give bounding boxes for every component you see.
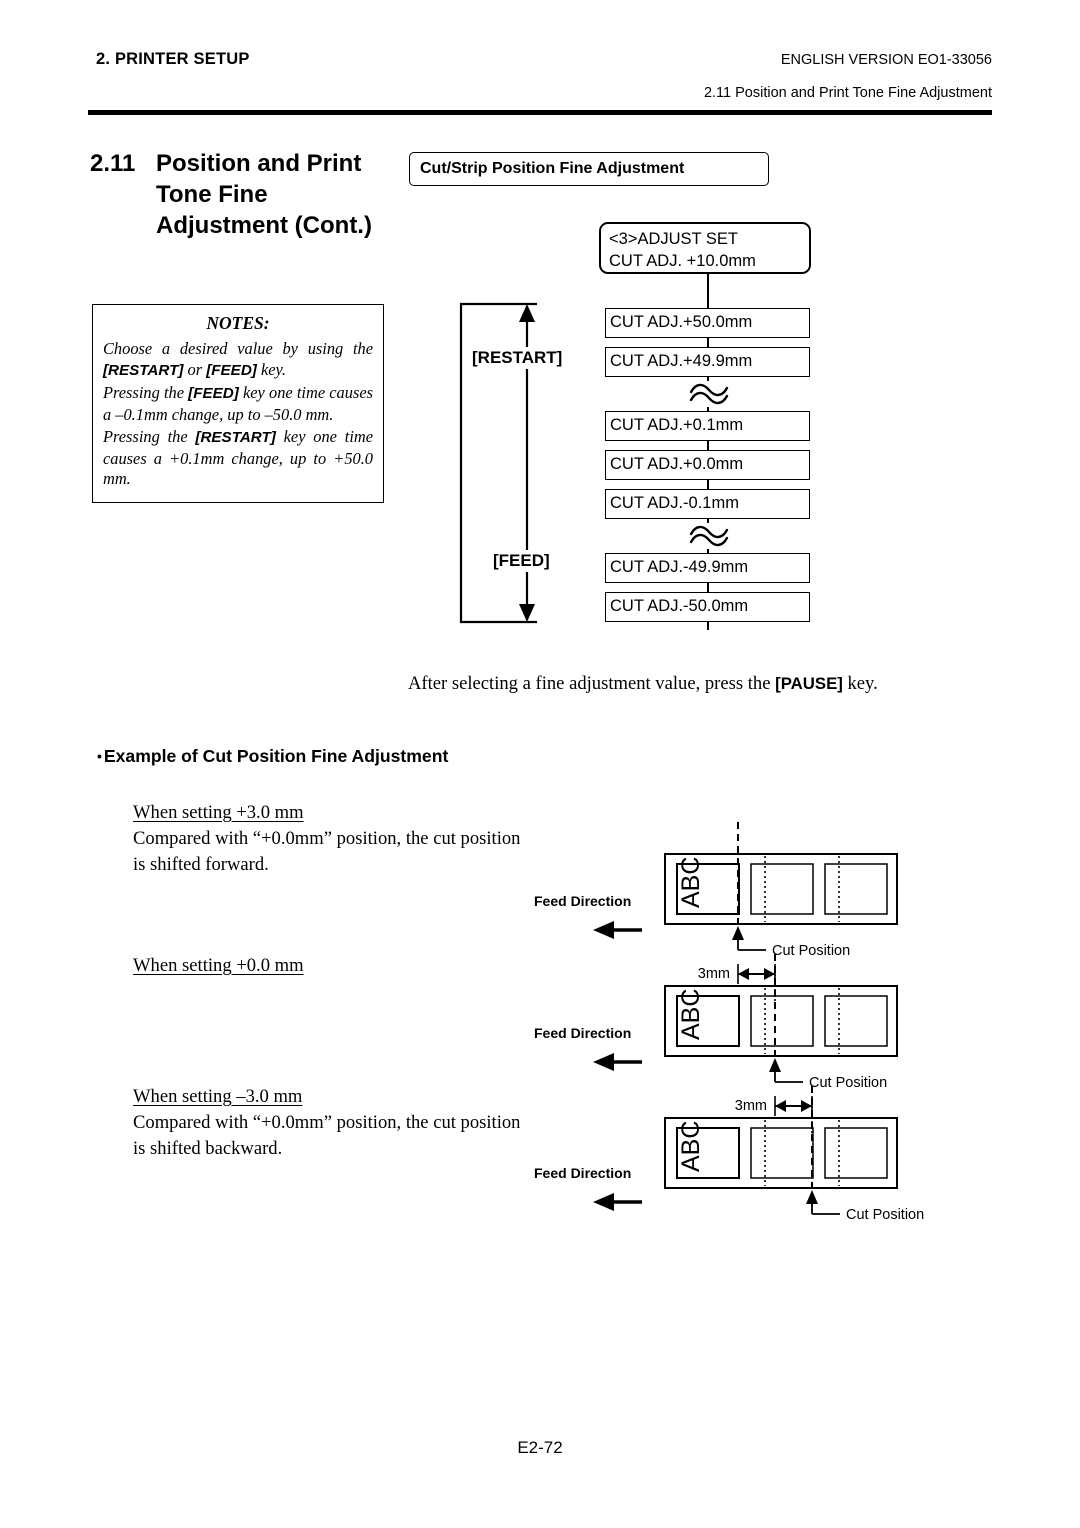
label-strip-diagram: ABC Cut Position 3mm — [655, 954, 955, 1140]
section-title-line1: Position and Print — [156, 150, 362, 177]
page-title: 2.11 Position and Print Tone Fine Adjustm… — [90, 148, 420, 241]
section-title-line3: Adjustment (Cont.) — [156, 212, 372, 239]
notes-p1-post: key. — [256, 359, 286, 379]
flow-item: CUT ADJ.+49.9mm — [605, 347, 810, 377]
setting-title: When setting +0.0 mm — [133, 955, 304, 976]
notes-p1-pre: Choose a desired value by using the — [103, 339, 373, 358]
notes-p1-key-restart: [RESTART] — [103, 361, 184, 379]
feed-direction-arrow-icon — [592, 1191, 644, 1213]
label-text-abc: ABC — [677, 857, 705, 908]
after-sentence-pre: After selecting a fine adjustment value,… — [408, 673, 776, 694]
label-text-abc: ABC — [677, 1121, 705, 1172]
feed-direction-label: Feed Direction — [534, 1025, 632, 1041]
feed-direction-label: Feed Direction — [534, 1165, 632, 1181]
break-symbol-icon — [688, 381, 730, 407]
lcd-display-box: <3>ADJUST SET CUT ADJ. +10.0mm — [599, 222, 811, 274]
notes-paragraph-3: Pressing the [RESTART] key one time caus… — [103, 427, 373, 490]
notes-p1-mid: or — [183, 359, 207, 379]
setting-line-1: Compared with “+0.0mm” position, the cut… — [133, 1112, 521, 1133]
cut-position-label: Cut Position — [846, 1207, 924, 1223]
notes-p2-key-feed: [FEED] — [188, 385, 239, 402]
flow-item: CUT ADJ.-49.9mm — [605, 553, 810, 583]
flow-item: CUT ADJ.+0.0mm — [605, 450, 810, 480]
notes-p2-pre: Pressing the — [103, 383, 189, 402]
section-title-line2: Tone Fine — [156, 181, 268, 208]
cut-position-label: Cut Position — [772, 943, 850, 959]
key-label-restart: [RESTART] — [470, 347, 565, 369]
setting-title: When setting +3.0 mm — [133, 802, 304, 823]
setting-title: When setting –3.0 mm — [133, 1086, 303, 1107]
notes-p3-key-restart: [RESTART] — [195, 429, 276, 446]
flow-item: CUT ADJ.-50.0mm — [605, 592, 810, 622]
label-strip-diagram: ABC Cut Position — [655, 1086, 955, 1235]
flow-item: CUT ADJ.+0.1mm — [605, 411, 810, 441]
manual-page: 2. PRINTER SETUP ENGLISH VERSION EO1-330… — [0, 0, 1080, 1528]
cut-position-arrow-icon — [806, 1190, 818, 1204]
header-version: ENGLISH VERSION EO1-33056 — [780, 52, 992, 68]
footer-page-number: E2-72 — [517, 1438, 563, 1457]
flow-item: CUT ADJ.+50.0mm — [605, 308, 810, 338]
notes-p1-key-feed: [FEED] — [206, 361, 257, 379]
setting-description: When setting –3.0 mm Compared with “+0.0m… — [133, 1084, 520, 1162]
setting-description: When setting +3.0 mm Compared with “+0.0m… — [133, 800, 520, 878]
feed-direction-arrow-icon — [592, 919, 644, 941]
label-rect — [750, 1127, 814, 1179]
after-select-sentence: After selecting a fine adjustment value,… — [408, 673, 878, 695]
notes-title: NOTES: — [206, 313, 270, 333]
diagram-caption-label: Cut/Strip Position Fine Adjustment — [420, 160, 685, 177]
example-heading: • Example of Cut Position Fine Adjustment — [97, 746, 448, 767]
notes-box: NOTES: Choose a desired value by using t… — [92, 304, 384, 503]
header-chapter-title: 2. PRINTER SETUP — [96, 50, 250, 68]
notes-paragraph-1: Choose a desired value by using the [RES… — [103, 339, 373, 381]
notes-p3-pre: Pressing the — [103, 427, 196, 446]
section-number: 2.11 — [90, 150, 136, 177]
label-rect — [750, 863, 814, 915]
example-heading-label: Example of Cut Position Fine Adjustment — [103, 746, 449, 766]
notes-paragraph-2: Pressing the [FEED] key one time causes … — [103, 383, 373, 425]
setting-line-2: is shifted backward. — [133, 1138, 283, 1159]
header-section-reference: 2.11 Position and Print Tone Fine Adjust… — [703, 85, 992, 101]
label-rect — [824, 995, 888, 1047]
setting-line-1: Compared with “+0.0mm” position, the cut… — [133, 828, 521, 849]
lcd-line-2: CUT ADJ. +10.0mm — [609, 252, 756, 270]
label-rect — [824, 1127, 888, 1179]
key-label-feed: [FEED] — [491, 550, 552, 572]
flow-item: CUT ADJ.-0.1mm — [605, 489, 810, 519]
cut-position-arrow-icon — [732, 926, 744, 940]
setting-description: When setting +0.0 mm — [133, 953, 304, 979]
label-rect — [824, 863, 888, 915]
diagram-caption-box: Cut/Strip Position Fine Adjustment — [409, 152, 769, 186]
label-strip-diagram: ABC Cut Position 3mm — [655, 822, 955, 1008]
label-text-abc: ABC — [677, 989, 705, 1040]
feed-direction-arrow-icon — [592, 1051, 644, 1073]
label-rect — [750, 995, 814, 1047]
feed-direction-label: Feed Direction — [534, 893, 632, 909]
cut-position-arrow-icon — [769, 1058, 781, 1072]
bullet-icon: • — [97, 748, 102, 764]
key-label-pause: [PAUSE] — [775, 674, 843, 693]
lcd-line-1: <3>ADJUST SET — [609, 230, 738, 248]
after-sentence-post: key. — [842, 673, 878, 694]
break-symbol-icon — [688, 523, 730, 549]
setting-line-2: is shifted forward. — [133, 854, 269, 875]
cut-position-label: Cut Position — [809, 1075, 887, 1091]
header-divider-rule — [88, 110, 992, 115]
